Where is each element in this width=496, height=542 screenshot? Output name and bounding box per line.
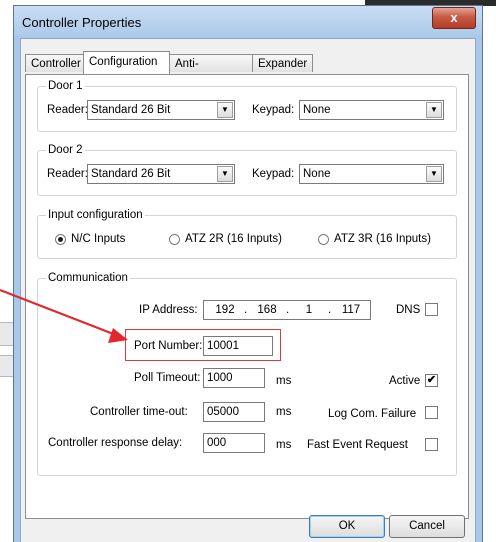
tab-configuration[interactable]: Configuration (83, 51, 170, 74)
annotation-arrow-shaft (0, 288, 117, 337)
red-arrow-icon (0, 288, 128, 343)
annotation-arrow-head (108, 328, 128, 343)
